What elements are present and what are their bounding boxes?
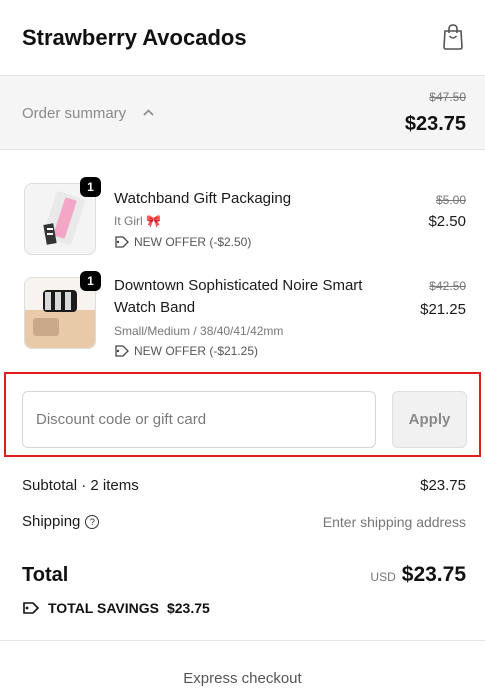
total-savings: TOTAL SAVINGS $23.75 — [22, 600, 210, 616]
summary-total: $23.75 — [404, 113, 466, 135]
total-value: $23.75 — [401, 563, 466, 586]
savings-value: $23.75 — [166, 600, 210, 616]
subtotal-value: $23.75 — [420, 477, 466, 494]
subtotal-label: Subtotal · 2 items — [22, 477, 139, 494]
chevron-up-icon[interactable] — [143, 109, 154, 117]
help-icon[interactable]: ? — [85, 515, 100, 529]
total-label: Total — [22, 564, 69, 586]
currency-code: USD — [370, 570, 396, 584]
shipping-value: Enter shipping address — [322, 514, 466, 530]
item-offer: NEW OFFER (-$21.25) — [114, 344, 258, 358]
item-variant: Small/Medium / 38/40/41/42mm — [114, 324, 284, 338]
tag-icon — [115, 236, 129, 248]
quantity-badge: 1 — [80, 271, 101, 291]
item-offer: NEW OFFER (-$2.50) — [114, 235, 251, 249]
express-checkout-heading: Express checkout — [183, 670, 302, 687]
summary-original-total: $47.50 — [429, 90, 466, 104]
tag-icon — [23, 602, 40, 614]
item-title: Watchband Gift Packaging — [114, 190, 292, 207]
item-variant: It Girl 🎀 — [114, 214, 161, 228]
apply-discount-button[interactable]: Apply — [392, 391, 467, 448]
order-summary-label[interactable]: Order summary — [22, 105, 126, 122]
shipping-label: Shipping — [22, 513, 81, 530]
tag-icon — [115, 345, 129, 357]
discount-code-input[interactable] — [22, 391, 376, 448]
offer-text: NEW OFFER (-$21.25) — [134, 344, 259, 358]
item-original-price: $5.00 — [435, 193, 466, 207]
total-amount: USD $23.75 — [370, 563, 466, 587]
order-summary-toggle[interactable]: Order summary $47.50 $23.75 — [0, 76, 485, 150]
item-price: $21.25 — [420, 301, 466, 318]
offer-text: NEW OFFER (-$2.50) — [134, 235, 252, 249]
item-title: Downtown Sophisticated Noire Smart Watch… — [114, 277, 363, 316]
item-original-price: $42.50 — [429, 279, 466, 293]
store-name[interactable]: Strawberry Avocados — [22, 25, 247, 51]
divider — [0, 640, 485, 641]
shopping-bag-icon[interactable] — [441, 24, 465, 50]
checkout-header: Strawberry Avocados — [0, 0, 485, 76]
shipping-row-label: Shipping? — [22, 513, 100, 530]
quantity-badge: 1 — [80, 177, 101, 197]
savings-label: TOTAL SAVINGS — [48, 600, 159, 616]
item-price: $2.50 — [428, 213, 466, 230]
